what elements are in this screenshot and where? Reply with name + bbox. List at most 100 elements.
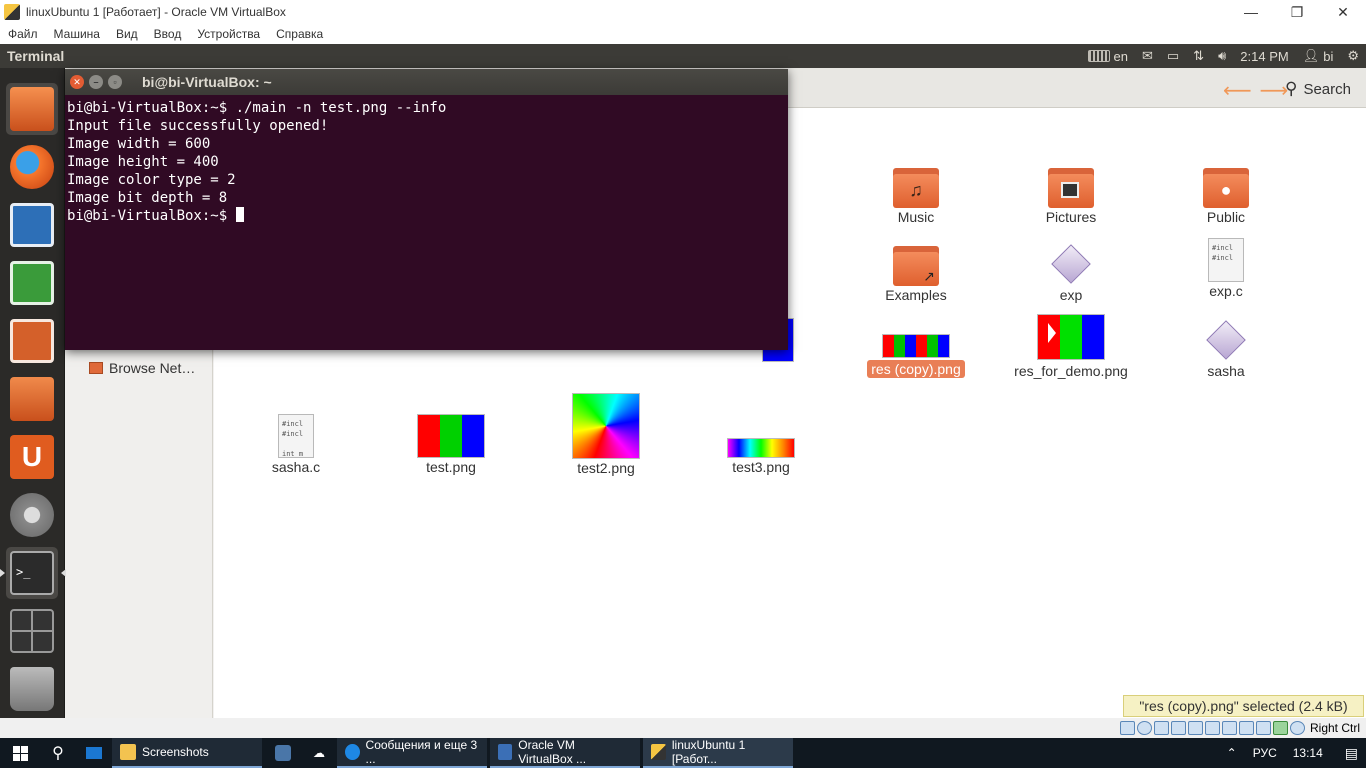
search-button[interactable]: ⚲ Search: [1285, 79, 1351, 99]
taskbar-app-edge[interactable]: Сообщения и еще 3 ...: [337, 738, 487, 768]
hdd-icon[interactable]: [1119, 721, 1135, 735]
executable-icon: [1204, 318, 1248, 362]
active-app-name[interactable]: Terminal: [0, 48, 1081, 64]
workspace-switcher-icon: [10, 609, 54, 653]
terminal-window[interactable]: ✕ – ▫ bi@bi-VirtualBox: ~ bi@bi-VirtualB…: [65, 69, 788, 350]
taskbar-app-screenshots[interactable]: Screenshots: [112, 738, 262, 768]
back-arrow-icon[interactable]: ⟵: [1223, 80, 1260, 102]
taskbar-clock[interactable]: 13:14: [1293, 746, 1323, 760]
gear-icon[interactable]: ⚙: [1347, 48, 1359, 64]
terminal-prompt: bi@bi-VirtualBox:~$: [67, 208, 236, 224]
res-copy-thumbnail: [882, 334, 950, 358]
ubuntu-top-panel: Terminal en ✉ ▭ ⇅ 🔊︎ 2:14 PM 👤︎ bi ⚙: [0, 44, 1366, 68]
terminal-maximize-button[interactable]: ▫: [108, 75, 122, 89]
terminal-titlebar[interactable]: ✕ – ▫ bi@bi-VirtualBox: ~: [65, 69, 788, 95]
launcher-calc[interactable]: [6, 257, 58, 309]
c-source-file-icon: #incl #incl: [1208, 238, 1244, 282]
menu-help[interactable]: Справка: [276, 27, 323, 41]
launcher-workspaces[interactable]: [6, 605, 58, 657]
terminal-title: bi@bi-VirtualBox: ~: [142, 74, 272, 90]
launcher-system-settings[interactable]: [6, 489, 58, 541]
optical-drive-icon[interactable]: [1136, 721, 1152, 735]
menu-input[interactable]: Ввод: [154, 27, 182, 41]
taskbar-app-virtualbox[interactable]: Oracle VM VirtualBox ...: [490, 738, 640, 768]
close-button[interactable]: ✕: [1320, 0, 1366, 24]
file-item-sasha[interactable]: sasha: [1161, 318, 1291, 380]
folder-icon: [120, 744, 136, 760]
start-button[interactable]: [0, 738, 40, 768]
vbox-menubar: Файл Машина Вид Ввод Устройства Справка: [0, 24, 1366, 44]
input-language[interactable]: РУС: [1253, 746, 1277, 760]
terminal-icon: >_: [10, 551, 54, 595]
launcher-ubuntu-one[interactable]: U: [6, 431, 58, 483]
terminal-output[interactable]: bi@bi-VirtualBox:~$ ./main -n test.png -…: [65, 95, 788, 229]
menu-file[interactable]: Файл: [8, 27, 38, 41]
file-item-test[interactable]: test.png: [386, 414, 516, 476]
file-item-exp-c[interactable]: #incl #incl exp.c: [1161, 238, 1291, 300]
mail-taskbar-icon[interactable]: [76, 738, 112, 768]
mail-icon[interactable]: ✉: [1142, 48, 1153, 64]
user-indicator[interactable]: 👤︎ bi: [1303, 48, 1334, 64]
vbox-titlebar: linuxUbuntu 1 [Работает] - Oracle VM Vir…: [0, 0, 1366, 24]
shared-folders-icon[interactable]: [1204, 721, 1220, 735]
minimize-button[interactable]: —: [1228, 0, 1274, 24]
file-item-res-copy[interactable]: res (copy).png: [851, 334, 981, 378]
terminal-close-button[interactable]: ✕: [70, 75, 84, 89]
launcher-files[interactable]: [6, 83, 58, 135]
calc-icon: [10, 261, 54, 305]
vt-x-icon[interactable]: [1255, 721, 1271, 735]
file-item-test2[interactable]: test2.png: [541, 393, 671, 477]
terminal-minimize-button[interactable]: –: [89, 75, 103, 89]
launcher-firefox[interactable]: [6, 141, 58, 193]
sidebar-item-browse-network[interactable]: Browse Net…: [89, 360, 195, 376]
user-icon: 👤︎: [1302, 48, 1320, 63]
battery-icon[interactable]: ▭: [1167, 48, 1179, 64]
firefox-icon: [10, 145, 54, 189]
terminal-line: Image width = 600: [67, 136, 211, 152]
launcher-trash[interactable]: [6, 663, 58, 715]
file-item-public[interactable]: ● Public: [1161, 168, 1291, 226]
launcher-writer[interactable]: [6, 199, 58, 251]
host-key-label: Right Ctrl: [1309, 721, 1360, 735]
file-item-test3[interactable]: test3.png: [696, 438, 826, 476]
file-item-music[interactable]: ♫ Music: [851, 168, 981, 226]
test-thumbnail: [417, 414, 485, 458]
restore-button[interactable]: ❐: [1274, 0, 1320, 24]
executable-icon: [1049, 242, 1093, 286]
chevron-up-icon[interactable]: ⌃: [1227, 746, 1237, 760]
taskbar-app-linux-vm[interactable]: linuxUbuntu 1 [Работ...: [643, 738, 793, 768]
file-item-examples[interactable]: ↗ Examples: [851, 246, 981, 304]
host-key-icon[interactable]: [1289, 721, 1305, 735]
terminal-line: Image height = 400: [67, 154, 219, 170]
audio-icon[interactable]: [1153, 721, 1169, 735]
keyboard-indicator[interactable]: en: [1087, 49, 1128, 64]
video-capture-icon[interactable]: [1238, 721, 1254, 735]
file-item-sasha-c[interactable]: #incl #incl int m sasha.c: [231, 414, 361, 476]
edge-icon: [345, 744, 360, 760]
menu-devices[interactable]: Устройства: [197, 27, 260, 41]
launcher-terminal[interactable]: >_: [0, 547, 66, 599]
file-item-exp[interactable]: exp: [1006, 242, 1136, 304]
window-title: linuxUbuntu 1 [Работает] - Oracle VM Vir…: [26, 5, 286, 19]
vk-taskbar-icon[interactable]: [265, 738, 301, 768]
examples-folder-icon: ↗: [893, 246, 939, 286]
menu-view[interactable]: Вид: [116, 27, 138, 41]
network-adapter-icon[interactable]: [1170, 721, 1186, 735]
file-item-pictures[interactable]: Pictures: [1006, 168, 1136, 226]
volume-icon[interactable]: 🔊︎: [1218, 48, 1226, 64]
clock[interactable]: 2:14 PM: [1240, 49, 1288, 64]
chat-taskbar-icon[interactable]: ☁: [301, 738, 337, 768]
mouse-integration-icon[interactable]: [1272, 721, 1288, 735]
file-item-res-for-demo[interactable]: res_for_demo.png: [1006, 314, 1136, 380]
launcher-impress[interactable]: [6, 315, 58, 367]
display-icon[interactable]: [1221, 721, 1237, 735]
windows-taskbar: ⚲ Screenshots ☁ Сообщения и еще 3 ... Or…: [0, 738, 1366, 768]
terminal-line: Image color type = 2: [67, 172, 236, 188]
launcher-software-center[interactable]: [6, 373, 58, 425]
network-icon[interactable]: ⇅: [1193, 48, 1204, 64]
menu-machine[interactable]: Машина: [54, 27, 100, 41]
res-for-demo-thumbnail: [1037, 314, 1105, 360]
usb-icon[interactable]: [1187, 721, 1203, 735]
search-taskbar-icon[interactable]: ⚲: [40, 738, 76, 768]
action-center-icon[interactable]: ▤: [1345, 745, 1358, 762]
